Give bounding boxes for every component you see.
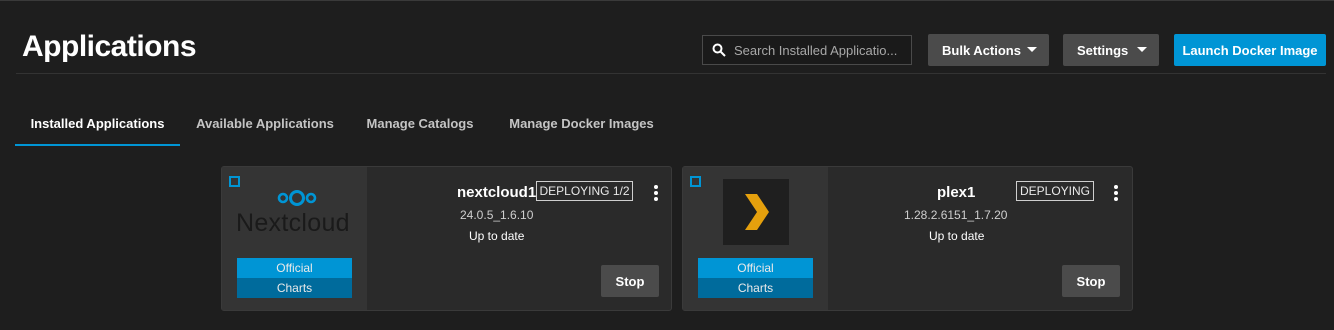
app-name: nextcloud1 [457,184,537,201]
app-card-plex1: Official Charts plex1 DEPLOYING 1.28.2.6… [682,166,1133,311]
search-icon [712,43,726,57]
update-status: Up to date [469,229,525,243]
official-badge: Official [698,258,813,278]
nextcloud-icon [277,190,317,206]
official-badge: Official [237,258,352,278]
stop-button[interactable]: Stop [1062,265,1120,297]
search-input[interactable] [734,42,904,58]
status-badge: DEPLOYING [1016,181,1094,201]
bulk-actions-button[interactable]: Bulk Actions [928,34,1049,66]
plex-chevron-icon [745,194,769,230]
settings-label: Settings [1077,42,1129,58]
launch-docker-image-button[interactable]: Launch Docker Image [1174,34,1326,66]
app-card-nextcloud1: Nextcloud Official Charts nextcloud1 DEP… [221,166,672,311]
app-version: 1.28.2.6151_1.7.20 [904,208,1008,222]
tab-manage-docker-images[interactable]: Manage Docker Images [499,100,664,146]
charts-badge: Charts [698,278,813,298]
chevron-down-icon [1137,47,1147,52]
app-logo-panel: Nextcloud Official Charts [222,167,367,310]
tab-manage-catalogs[interactable]: Manage Catalogs [355,100,485,146]
tab-installed-applications[interactable]: Installed Applications [15,100,180,146]
update-status: Up to date [929,229,985,243]
app-name: plex1 [937,184,976,201]
select-checkbox[interactable] [229,176,240,187]
status-badge: DEPLOYING 1/2 [536,181,633,201]
app-version: 24.0.5_1.6.10 [460,208,534,222]
top-border [0,0,1334,1]
tab-available-applications[interactable]: Available Applications [187,100,343,146]
bulk-actions-label: Bulk Actions [942,42,1021,58]
plex-logo [723,179,789,245]
stop-button[interactable]: Stop [601,265,659,297]
select-checkbox[interactable] [690,176,701,187]
header-divider [16,73,1326,74]
settings-button[interactable]: Settings [1063,34,1159,66]
nextcloud-logo-text: Nextcloud [236,209,350,237]
more-options-icon[interactable] [654,185,658,201]
chevron-down-icon [1027,47,1037,52]
charts-badge: Charts [237,278,352,298]
more-options-icon[interactable] [1114,185,1118,201]
page-title: Applications [22,30,197,63]
app-logo-panel: Official Charts [683,167,828,310]
search-box[interactable] [702,35,912,65]
